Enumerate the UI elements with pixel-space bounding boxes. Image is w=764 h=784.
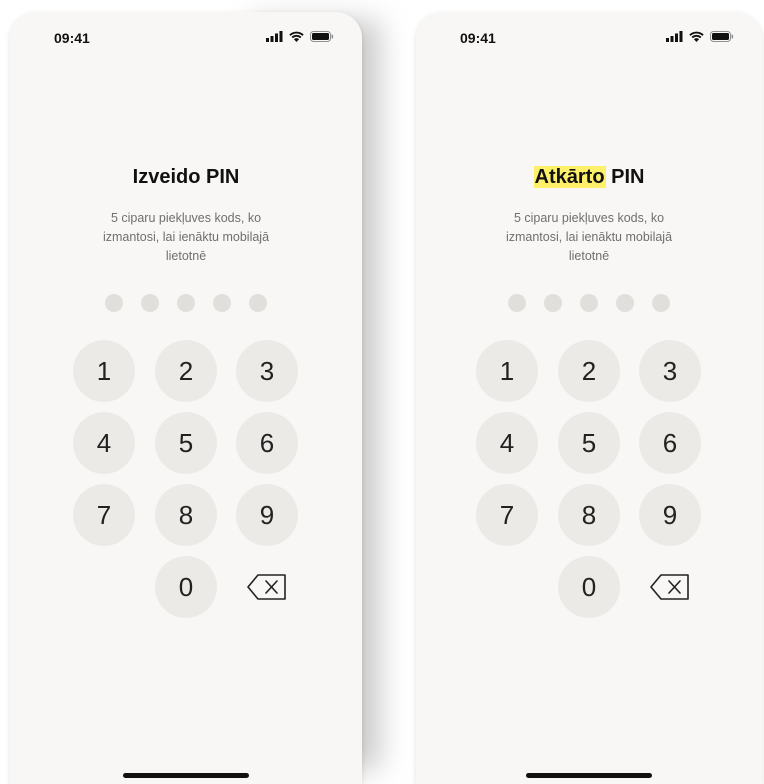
screen-subtitle: 5 ciparu piekļuves kods, ko izmantosi, l… (505, 211, 673, 263)
screen-subtitle: 5 ciparu piekļuves kods, ko izmantosi, l… (102, 211, 270, 263)
key-6[interactable]: 6 (236, 412, 298, 474)
key-3[interactable]: 3 (639, 340, 701, 402)
backspace-icon (650, 574, 689, 600)
screen-title: Izveido PIN (10, 166, 362, 189)
key-1[interactable]: 1 (73, 340, 135, 402)
title-highlight: Atkārto (533, 166, 606, 188)
key-2[interactable]: 2 (558, 340, 620, 402)
screen-title: Atkārto PIN (416, 166, 762, 189)
backspace-button[interactable] (639, 556, 701, 618)
wifi-icon (689, 31, 704, 42)
key-9[interactable]: 9 (236, 484, 298, 546)
wifi-icon (289, 31, 304, 42)
backspace-icon (247, 574, 286, 600)
key-9[interactable]: 9 (639, 484, 701, 546)
pin-dot (616, 294, 634, 312)
keypad: 1 2 3 4 5 6 7 8 9 0 (73, 340, 299, 620)
key-5[interactable]: 5 (558, 412, 620, 474)
home-indicator[interactable] (123, 773, 249, 778)
home-indicator[interactable] (526, 773, 652, 778)
cellular-signal-icon (266, 31, 283, 42)
key-4[interactable]: 4 (476, 412, 538, 474)
key-5[interactable]: 5 (155, 412, 217, 474)
pin-dot (508, 294, 526, 312)
title-text: PIN (605, 166, 645, 188)
status-icons (266, 31, 334, 42)
key-4[interactable]: 4 (73, 412, 135, 474)
keypad: 1 2 3 4 5 6 7 8 9 0 (476, 340, 702, 620)
pin-dots (416, 294, 762, 312)
key-0[interactable]: 0 (558, 556, 620, 618)
battery-icon (710, 31, 734, 42)
key-2[interactable]: 2 (155, 340, 217, 402)
status-time: 09:41 (460, 30, 496, 46)
phone-screen-repeat-pin: 09:41 Atkārto PIN 5 ciparu piekļuves kod… (416, 12, 762, 784)
pin-dot (544, 294, 562, 312)
key-8[interactable]: 8 (558, 484, 620, 546)
cellular-signal-icon (666, 31, 683, 42)
pin-dots (10, 294, 362, 312)
key-3[interactable]: 3 (236, 340, 298, 402)
status-icons (666, 31, 734, 42)
key-1[interactable]: 1 (476, 340, 538, 402)
pin-dot (213, 294, 231, 312)
pin-dot (177, 294, 195, 312)
pin-dot (105, 294, 123, 312)
pin-dot (141, 294, 159, 312)
pin-dot (652, 294, 670, 312)
key-0[interactable]: 0 (155, 556, 217, 618)
key-7[interactable]: 7 (476, 484, 538, 546)
pin-dot (249, 294, 267, 312)
key-6[interactable]: 6 (639, 412, 701, 474)
pin-dot (580, 294, 598, 312)
phone-screen-create-pin: 09:41 Izveido PIN 5 ciparu piekļuves kod… (10, 12, 362, 784)
battery-icon (310, 31, 334, 42)
key-7[interactable]: 7 (73, 484, 135, 546)
backspace-button[interactable] (236, 556, 298, 618)
title-text: Izveido PIN (132, 166, 240, 188)
status-time: 09:41 (54, 30, 90, 46)
key-8[interactable]: 8 (155, 484, 217, 546)
